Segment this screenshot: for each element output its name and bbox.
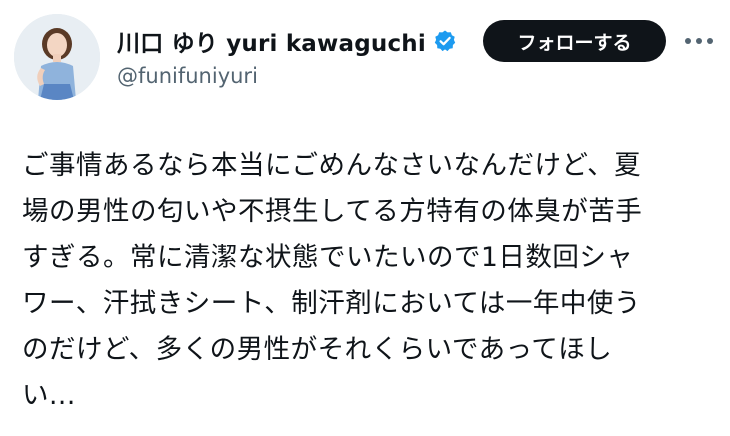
tweet-text-line: ワー、汗拭きシート、制汗剤においては一年中使う bbox=[22, 288, 641, 319]
follow-button[interactable]: フォローする bbox=[483, 20, 666, 62]
tweet-text-line: 場の男性の匂いや不摂生してる方特有の体臭が苦手 bbox=[22, 196, 643, 227]
author-handle[interactable]: @funifuniyuri bbox=[117, 64, 258, 88]
author-display-name[interactable]: 川口 ゆり yuri kawaguchi bbox=[117, 24, 426, 58]
tweet-text-line: のだけど、多くの男性がそれくらいであってほし bbox=[22, 334, 613, 365]
tweet-text-line: すぎる。常に清潔な状態でいたいので1日数回シャ bbox=[22, 242, 634, 273]
tweet-text: ご事情あるなら本当にごめんなさいなんだけど、夏 場の男性の匂いや不摂生してる方特… bbox=[22, 143, 712, 419]
verified-badge-icon[interactable] bbox=[433, 29, 457, 53]
author-name-row: 川口 ゆり yuri kawaguchi bbox=[117, 24, 457, 58]
tweet-card: 川口 ゆり yuri kawaguchi @funifuniyuri フォローす… bbox=[0, 0, 730, 436]
tweet-text-line: ご事情あるなら本当にごめんなさいなんだけど、夏 bbox=[22, 150, 642, 181]
avatar-image bbox=[14, 14, 100, 100]
author-avatar[interactable] bbox=[14, 14, 100, 100]
tweet-text-line: い... bbox=[22, 380, 76, 411]
more-options-icon[interactable] bbox=[681, 28, 717, 54]
